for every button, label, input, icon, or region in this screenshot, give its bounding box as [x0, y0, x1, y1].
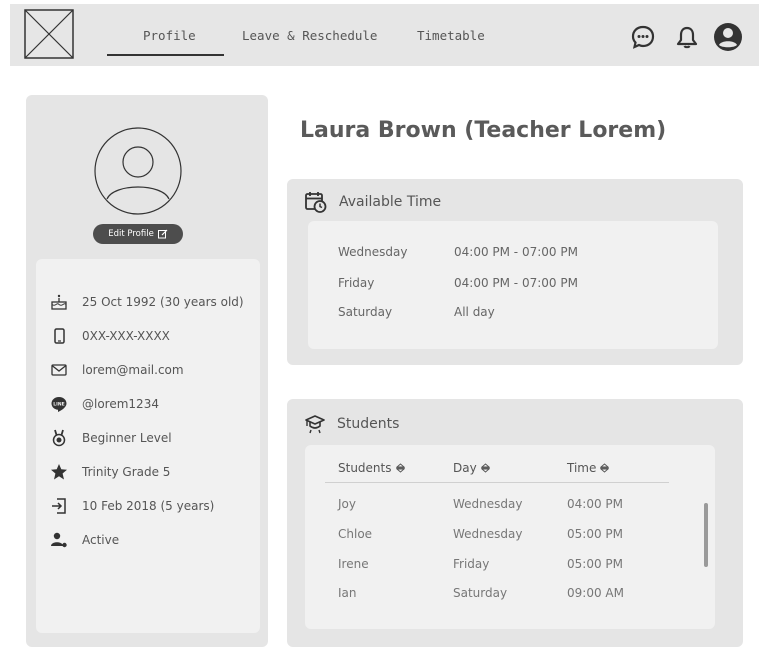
student-time: 05:00 PM	[567, 557, 623, 571]
join-date-text: 10 Feb 2018 (5 years)	[82, 499, 215, 513]
phone-icon	[50, 327, 68, 345]
table-scrollbar[interactable]	[704, 503, 708, 567]
column-header-label: Day	[453, 461, 477, 475]
available-time-range: 04:00 PM - 07:00 PM	[454, 276, 578, 290]
sort-icon	[600, 463, 610, 473]
line-row: LINE @lorem1234	[50, 395, 159, 413]
email-text: lorem@mail.com	[82, 363, 184, 377]
status-text: Active	[82, 533, 120, 547]
user-status-icon	[50, 531, 68, 549]
graduation-cap-icon	[305, 415, 325, 434]
mail-icon	[50, 361, 68, 379]
student-time: 04:00 PM	[567, 497, 623, 511]
available-day: Wednesday	[338, 245, 408, 259]
student-time: 05:00 PM	[567, 527, 623, 541]
top-navigation-bar: Profile Leave & Reschedule Timetable	[10, 4, 759, 66]
students-header: Students	[305, 414, 399, 434]
column-header-students[interactable]: Students	[338, 461, 405, 475]
students-title: Students	[337, 416, 400, 432]
available-time-section: Available Time Wednesday 04:00 PM - 07:0…	[287, 179, 743, 365]
student-name: Irene	[338, 557, 369, 571]
student-name: Ian	[338, 586, 357, 600]
active-tab-underline	[107, 54, 224, 56]
page-title: Laura Brown (Teacher Lorem)	[300, 118, 667, 143]
line-icon: LINE	[50, 395, 68, 413]
column-header-time[interactable]: Time	[567, 461, 610, 475]
svg-text:LINE: LINE	[53, 401, 64, 407]
tab-timetable[interactable]: Timetable	[417, 28, 485, 43]
available-time-range: All day	[454, 305, 495, 319]
email-row: lorem@mail.com	[50, 361, 184, 379]
level-text: Beginner Level	[82, 431, 172, 445]
student-time: 09:00 AM	[567, 586, 624, 600]
edit-profile-button[interactable]: Edit Profile	[93, 224, 183, 244]
cake-icon	[50, 293, 68, 311]
column-header-label: Time	[567, 461, 597, 475]
profile-info-card: 25 Oct 1992 (30 years old) 0XX-XXX-XXXX …	[36, 259, 260, 633]
birthday-text: 25 Oct 1992 (30 years old)	[82, 295, 244, 309]
available-time-range: 04:00 PM - 07:00 PM	[454, 245, 578, 259]
calendar-clock-icon	[305, 192, 327, 213]
tab-profile[interactable]: Profile	[143, 28, 196, 43]
available-time-header: Available Time	[305, 191, 441, 213]
edit-icon	[157, 229, 168, 239]
student-day: Wednesday	[453, 497, 523, 511]
student-day: Saturday	[453, 586, 508, 600]
sort-icon	[395, 463, 405, 473]
students-table: Students Day Time Joy Wednesday 04:00 PM…	[305, 445, 715, 629]
line-id-text: @lorem1234	[82, 397, 159, 411]
column-header-label: Students	[338, 461, 392, 475]
user-icon[interactable]	[713, 22, 743, 52]
student-day: Friday	[453, 557, 490, 571]
phone-row: 0XX-XXX-XXXX	[50, 327, 170, 345]
grade-row: Trinity Grade 5	[50, 463, 170, 481]
bell-icon[interactable]	[674, 24, 700, 50]
student-name: Chloe	[338, 527, 373, 541]
phone-text: 0XX-XXX-XXXX	[82, 329, 170, 343]
edit-profile-label: Edit Profile	[108, 229, 154, 239]
available-time-title: Available Time	[339, 194, 442, 210]
avatar	[94, 127, 182, 215]
column-header-day[interactable]: Day	[453, 461, 490, 475]
birthday-row: 25 Oct 1992 (30 years old)	[50, 293, 244, 311]
grade-text: Trinity Grade 5	[82, 465, 171, 479]
logo-placeholder-icon[interactable]	[24, 9, 74, 59]
profile-sidebar: Edit Profile 25 Oct 1992 (30 years old) …	[26, 95, 268, 647]
table-header-divider	[325, 482, 669, 483]
star-icon	[50, 463, 68, 481]
chat-icon[interactable]	[630, 24, 656, 50]
join-date-row: 10 Feb 2018 (5 years)	[50, 497, 214, 515]
sort-icon	[480, 463, 490, 473]
available-time-card: Wednesday 04:00 PM - 07:00 PM Friday 04:…	[308, 221, 718, 349]
student-name: Joy	[338, 497, 356, 511]
status-row: Active	[50, 531, 119, 549]
medal-icon	[50, 429, 68, 447]
sign-in-icon	[50, 497, 68, 515]
tab-leave-reschedule[interactable]: Leave & Reschedule	[242, 28, 377, 43]
available-day: Friday	[338, 276, 375, 290]
students-section: Students Students Day Time Joy Wednesday…	[287, 399, 743, 647]
student-day: Wednesday	[453, 527, 523, 541]
level-row: Beginner Level	[50, 429, 172, 447]
available-day: Saturday	[338, 305, 393, 319]
